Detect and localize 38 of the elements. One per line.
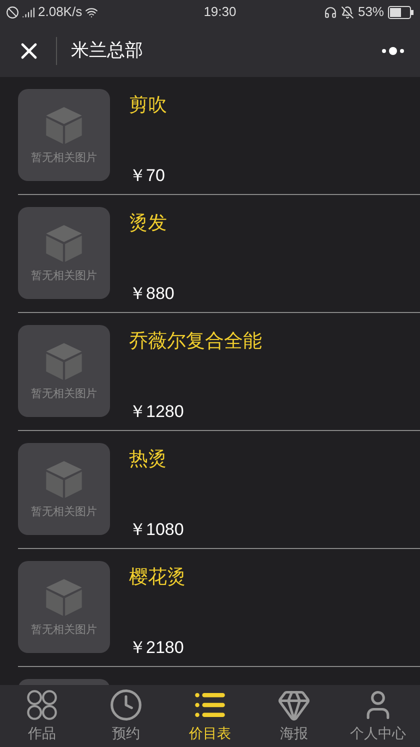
battery-percent: 53% <box>358 3 384 22</box>
service-name: 樱花烫 <box>129 566 186 590</box>
service-name: 烫发 <box>129 212 168 236</box>
service-name: 热烫 <box>129 448 168 472</box>
service-price: ￥1280 <box>129 400 185 422</box>
headset-icon <box>324 6 337 18</box>
placeholder-caption: 暂无相关图片 <box>31 268 97 284</box>
price-list-item[interactable]: 暂无相关图片 烫发 ￥880 <box>18 195 420 312</box>
placeholder-caption: 暂无相关图片 <box>31 504 97 520</box>
battery-icon <box>388 6 414 18</box>
tab[interactable]: 个人中心 <box>336 685 420 747</box>
service-price: ￥1080 <box>129 518 184 540</box>
blocked-icon <box>6 6 19 18</box>
clock-time: 19:30 <box>202 3 238 22</box>
placeholder-caption: 暂无相关图片 <box>31 150 97 166</box>
price-list-item[interactable]: 暂无相关图片 热烫 ￥1080 <box>18 431 420 548</box>
service-price: ￥880 <box>129 282 174 304</box>
placeholder-caption: 暂无相关图片 <box>31 386 97 402</box>
page-title: 米兰总部 <box>71 39 144 62</box>
price-list-item[interactable]: 暂无相关图片 乔薇尔复合全能 ￥1280 <box>18 313 420 430</box>
bell-off-icon <box>340 6 354 18</box>
price-list-item[interactable]: 暂无相关图片 樱花烫 ￥2180 <box>18 549 420 666</box>
network-speed: 2.08K/s <box>38 3 82 22</box>
service-name: 乔薇尔复合全能 <box>129 330 262 354</box>
price-list-item[interactable]: 暂无相关图片 剪吹 ￥70 <box>18 77 420 194</box>
tab[interactable]: 海报 <box>252 685 336 747</box>
service-name: 剪吹 <box>129 94 167 118</box>
tab[interactable]: 预约 <box>84 685 168 747</box>
service-price: ￥2180 <box>129 636 185 658</box>
circles-grid-icon <box>25 688 59 722</box>
signal-icon <box>22 6 35 18</box>
wifi-icon <box>85 6 98 18</box>
placeholder-caption: 暂无相关图片 <box>31 622 97 638</box>
clock-icon <box>109 688 143 722</box>
tab[interactable]: 作品 <box>0 685 84 747</box>
diamond-icon <box>277 688 311 722</box>
service-price: ￥70 <box>129 164 166 186</box>
tab[interactable]: 价目表 <box>168 685 252 747</box>
